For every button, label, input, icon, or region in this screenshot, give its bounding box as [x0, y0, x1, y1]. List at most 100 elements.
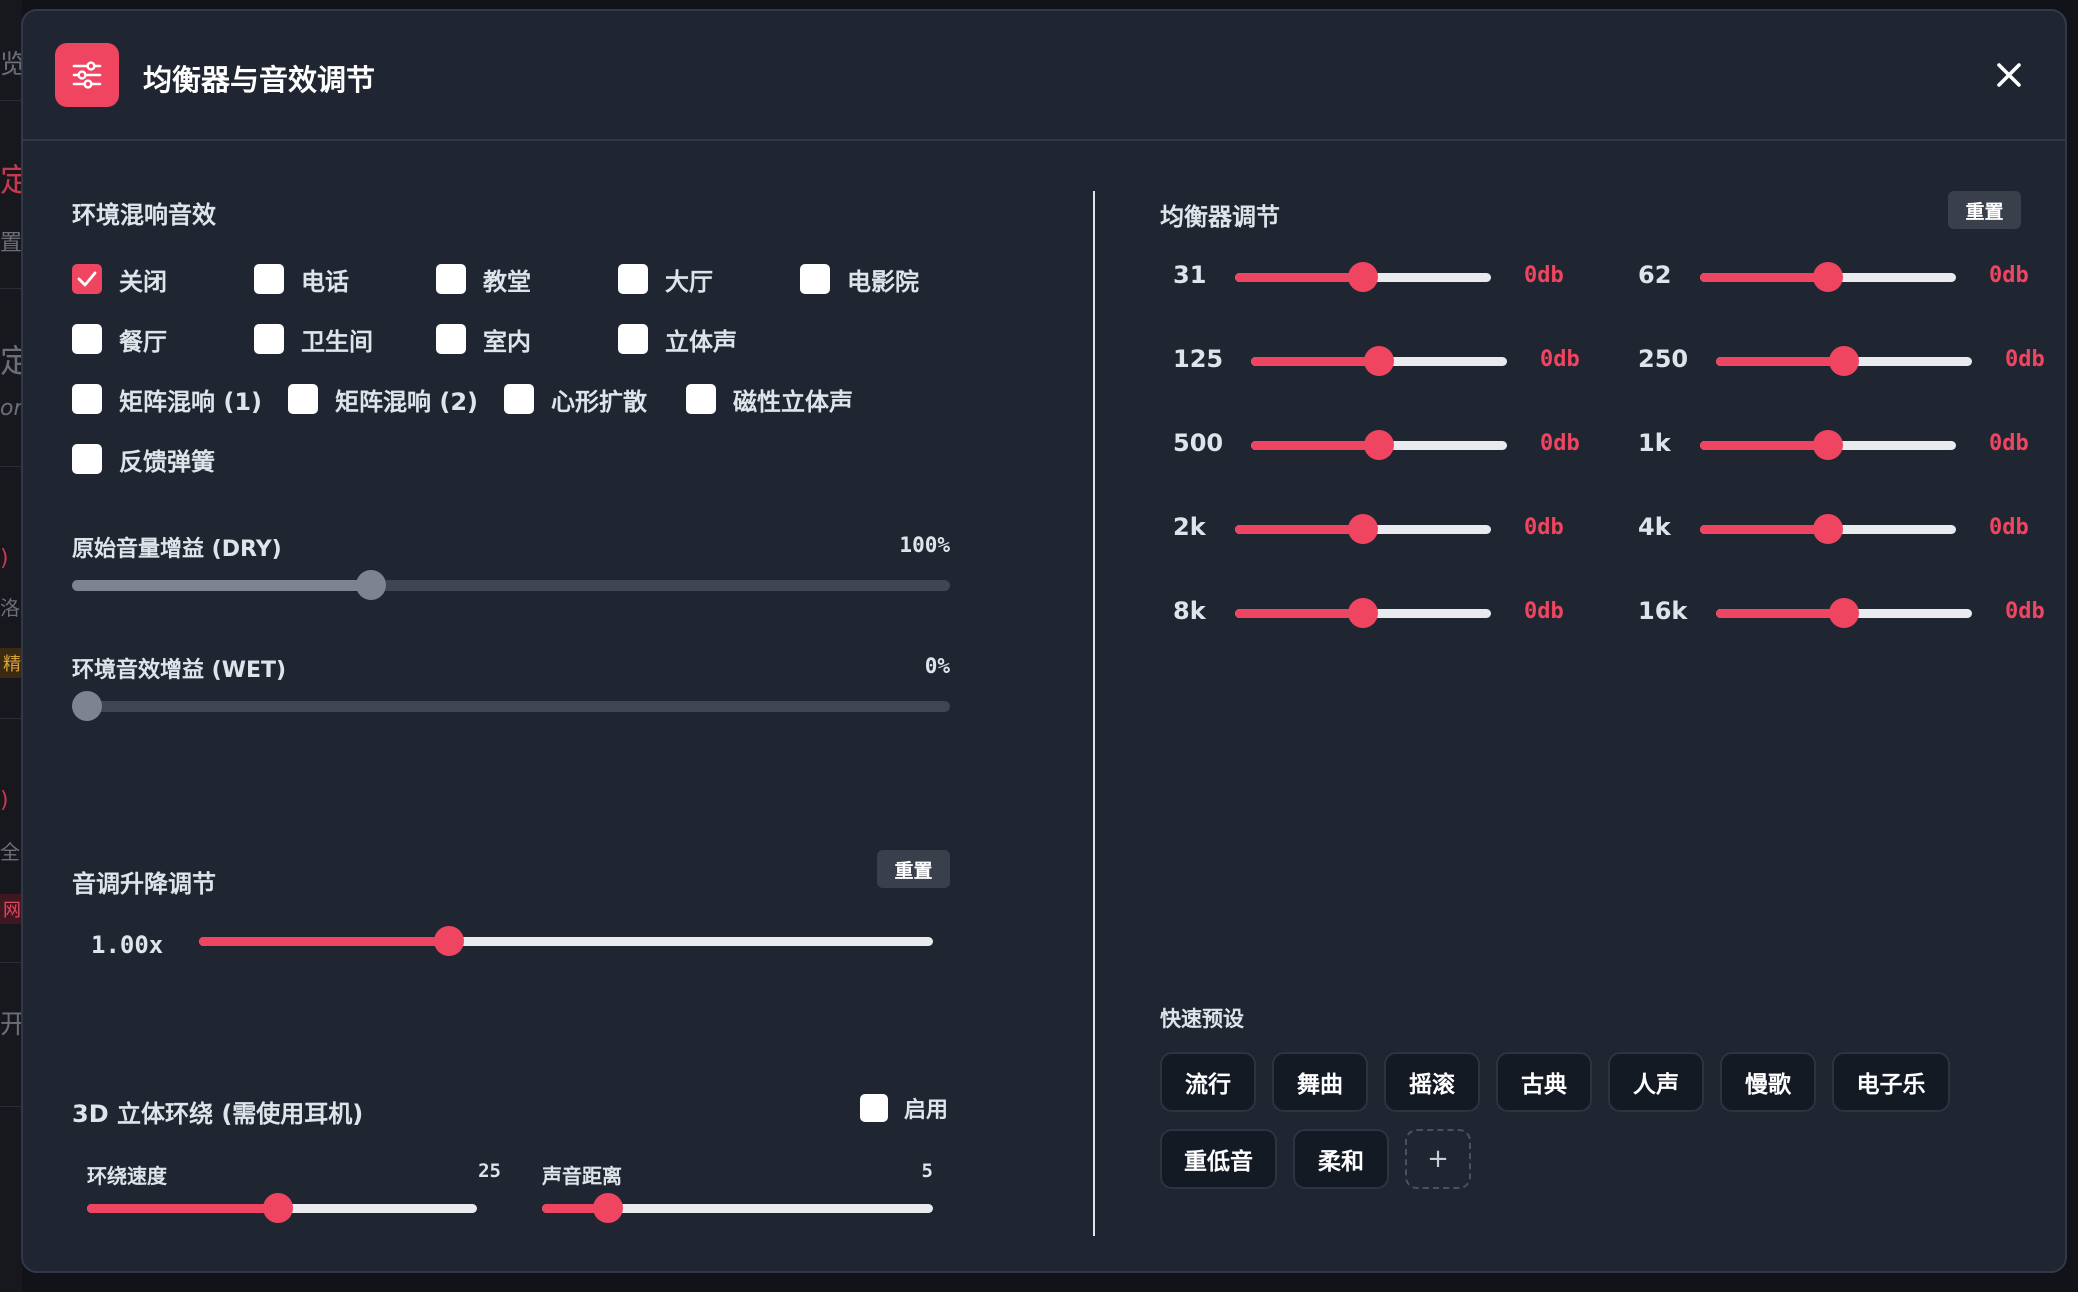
reverb-option[interactable]: 反馈弹簧: [72, 439, 215, 479]
modal-header: 均衡器与音效调节: [23, 11, 2065, 141]
pitch-thumb[interactable]: [433, 926, 464, 956]
eq-band-thumb[interactable]: [1348, 598, 1378, 628]
eq-band-slider[interactable]: [1700, 430, 1956, 460]
preset-button[interactable]: 慢歌: [1720, 1052, 1816, 1112]
preset-button[interactable]: 人声: [1608, 1052, 1704, 1112]
eq-band-slider[interactable]: [1700, 262, 1956, 292]
eq-band-gain: 0db: [1989, 431, 2029, 456]
eq-band-thumb[interactable]: [1364, 346, 1394, 376]
reverb-option[interactable]: 电影院: [800, 259, 919, 299]
checkbox-box[interactable]: [618, 324, 648, 354]
wet-gain-value: 0%: [924, 654, 950, 678]
checkbox-box[interactable]: [72, 384, 102, 414]
surround-title: 3D 立体环绕 (需使用耳机): [72, 1100, 364, 1128]
reverb-option[interactable]: 磁性立体声: [686, 379, 853, 419]
checkbox-box[interactable]: [254, 264, 284, 294]
background-app: 览 定义 置 定 or ) 洛 精彩 ) 全 网易 开: [0, 0, 22, 1292]
preset-button[interactable]: 舞曲: [1272, 1052, 1368, 1112]
wet-gain-thumb[interactable]: [72, 691, 102, 721]
column-divider: [1093, 191, 1095, 1236]
checkbox-box[interactable]: [254, 324, 284, 354]
sound-distance-slider[interactable]: [542, 1193, 933, 1223]
reverb-option[interactable]: 餐厅: [72, 319, 167, 359]
pitch-reset-button[interactable]: 重置: [877, 850, 950, 888]
reverb-option[interactable]: 矩阵混响 (1): [72, 379, 262, 419]
pitch-slider[interactable]: [199, 926, 933, 956]
reverb-option-label: 电影院: [847, 267, 919, 296]
add-preset-button[interactable]: +: [1405, 1129, 1471, 1189]
reverb-option[interactable]: 室内: [436, 319, 531, 359]
eq-band-thumb[interactable]: [1813, 262, 1843, 292]
reverb-option-label: 关闭: [119, 267, 167, 296]
checkbox-box[interactable]: [686, 384, 716, 414]
eq-band-slider[interactable]: [1716, 598, 1972, 628]
equalizer-title: 均衡器调节: [1160, 203, 1280, 231]
eq-band-fill: [1700, 441, 1828, 450]
equalizer-reset-button[interactable]: 重置: [1948, 191, 2021, 229]
eq-band-frequency: 250: [1638, 345, 1689, 373]
dry-gain-thumb[interactable]: [355, 570, 386, 600]
preset-button[interactable]: 重低音: [1160, 1129, 1277, 1189]
dry-gain-slider[interactable]: [72, 570, 950, 600]
eq-band-frequency: 500: [1173, 429, 1224, 457]
eq-band-fill: [1235, 609, 1363, 618]
checkbox-box[interactable]: [618, 264, 648, 294]
eq-band-thumb[interactable]: [1813, 514, 1843, 544]
close-button[interactable]: [1989, 55, 2029, 95]
checkbox-box[interactable]: [436, 264, 466, 294]
reverb-option[interactable]: 立体声: [618, 319, 737, 359]
preset-button[interactable]: 柔和: [1293, 1129, 1389, 1189]
preset-button[interactable]: 电子乐: [1832, 1052, 1950, 1112]
surround-speed-slider[interactable]: [87, 1193, 477, 1223]
bg-text: 定: [0, 342, 22, 380]
eq-band-thumb[interactable]: [1829, 598, 1859, 628]
eq-band-gain: 0db: [1540, 347, 1580, 372]
sound-distance-thumb[interactable]: [593, 1193, 624, 1223]
reverb-option[interactable]: 大厅: [618, 259, 713, 299]
checkbox-box[interactable]: [860, 1094, 888, 1122]
checkmark-icon: [77, 271, 97, 287]
eq-band-fill: [1251, 441, 1379, 450]
preset-button[interactable]: 流行: [1160, 1052, 1256, 1112]
reverb-option[interactable]: 电话: [254, 259, 349, 299]
eq-band-slider[interactable]: [1235, 262, 1491, 292]
reverb-option[interactable]: 教堂: [436, 259, 531, 299]
reverb-option[interactable]: 矩阵混响 (2): [288, 379, 478, 419]
checkbox-box[interactable]: [436, 324, 466, 354]
eq-band-slider[interactable]: [1251, 430, 1507, 460]
checkbox-box[interactable]: [288, 384, 318, 414]
reverb-option-label: 卫生间: [301, 327, 373, 356]
checkbox-box[interactable]: [800, 264, 830, 294]
surround-speed-value: 25: [478, 1160, 501, 1182]
eq-band-slider[interactable]: [1235, 598, 1491, 628]
eq-band-slider[interactable]: [1251, 346, 1507, 376]
eq-band-thumb[interactable]: [1348, 514, 1378, 544]
wet-gain-slider[interactable]: [72, 691, 950, 721]
eq-band-thumb[interactable]: [1348, 262, 1378, 292]
checkbox-box[interactable]: [72, 444, 102, 474]
reverb-option-label: 矩阵混响 (1): [119, 387, 262, 416]
eq-band-slider[interactable]: [1235, 514, 1491, 544]
reverb-option[interactable]: 心形扩散: [504, 379, 647, 419]
preset-button[interactable]: 摇滚: [1384, 1052, 1480, 1112]
eq-band-slider[interactable]: [1716, 346, 1972, 376]
surround-speed-thumb[interactable]: [263, 1193, 294, 1223]
reverb-option-label: 矩阵混响 (2): [335, 387, 478, 416]
reverb-option-label: 教堂: [483, 267, 531, 296]
eq-band-fill: [1235, 525, 1363, 534]
eq-band-thumb[interactable]: [1829, 346, 1859, 376]
eq-band-thumb[interactable]: [1364, 430, 1394, 460]
reverb-option[interactable]: 卫生间: [254, 319, 373, 359]
checkbox-box[interactable]: [72, 324, 102, 354]
surround-speed-label: 环绕速度: [87, 1164, 167, 1188]
checked-checkbox[interactable]: [72, 264, 102, 294]
eq-band-thumb[interactable]: [1813, 430, 1843, 460]
eq-band-fill: [1700, 525, 1828, 534]
surround-enable-toggle[interactable]: 启用: [860, 1088, 948, 1128]
eq-band-slider[interactable]: [1700, 514, 1956, 544]
preset-button[interactable]: 古典: [1496, 1052, 1592, 1112]
surround-enable-label: 启用: [904, 1098, 949, 1123]
eq-band-frequency: 2k: [1173, 513, 1206, 541]
reverb-option[interactable]: 关闭: [72, 259, 167, 299]
checkbox-box[interactable]: [504, 384, 534, 414]
